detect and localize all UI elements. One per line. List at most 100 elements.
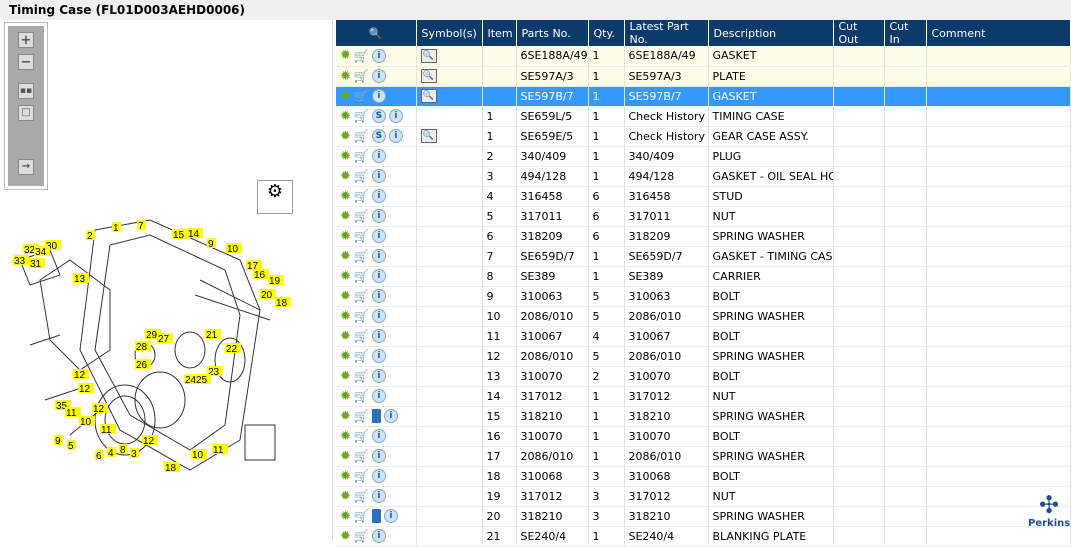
info-icon[interactable]: i — [388, 129, 403, 143]
part-number-cell[interactable]: SE597A/3 — [516, 66, 589, 87]
info-icon[interactable]: i — [371, 229, 386, 243]
callout-label[interactable]: 25 — [195, 374, 211, 386]
gear-icon[interactable]: ✹ — [340, 229, 351, 244]
gear-icon[interactable]: ✹ — [340, 189, 351, 204]
latest-part-cell[interactable]: 317012 — [624, 386, 709, 407]
cart-icon[interactable]: 🛒 — [354, 169, 369, 183]
gear-icon[interactable]: ✹ — [340, 269, 351, 284]
callout-label[interactable]: 19 — [268, 275, 284, 287]
gear-icon[interactable]: ✹ — [340, 69, 351, 84]
cart-icon[interactable]: 🛒 — [354, 189, 369, 203]
search-filter-icon[interactable]: 🔍 — [369, 27, 383, 40]
callout-label[interactable]: 11 — [100, 424, 116, 436]
table-row[interactable]: ✹ 🛒 i 14 317012 1 317012 NUT — [336, 386, 1071, 407]
cart-icon[interactable]: 🛒 — [354, 489, 369, 503]
info-icon[interactable]: i — [371, 489, 386, 503]
callout-label[interactable]: 5 — [67, 440, 76, 452]
callout-label[interactable]: 7 — [137, 220, 146, 232]
table-row[interactable]: ✹ 🛒 i 13 310070 2 310070 BOLT — [336, 366, 1071, 387]
cart-icon[interactable]: 🛒 — [354, 129, 369, 143]
callout-label[interactable]: 31 — [29, 258, 45, 270]
info-icon[interactable]: i — [371, 169, 386, 183]
latest-part-cell[interactable]: SE597B/7 — [624, 86, 709, 107]
latest-part-cell[interactable]: SE389 — [624, 266, 709, 287]
latest-part-cell[interactable]: SE597A/3 — [624, 66, 709, 87]
info-icon[interactable]: i — [371, 389, 386, 403]
book-icon[interactable] — [371, 409, 381, 423]
callout-label[interactable]: 14 — [187, 228, 203, 240]
callout-label[interactable]: 1 — [112, 222, 121, 234]
info-icon[interactable]: i — [371, 429, 386, 443]
cart-icon[interactable]: 🛒 — [354, 369, 369, 383]
latest-part-cell[interactable]: Check History — [624, 126, 709, 147]
callout-label[interactable]: 3 — [130, 448, 139, 460]
gear-icon[interactable]: ✹ — [340, 209, 351, 224]
callout-label[interactable]: 34 — [34, 246, 50, 258]
latest-part-cell[interactable]: SE659D/7 — [624, 246, 709, 267]
cart-icon[interactable]: 🛒 — [354, 249, 369, 263]
callout-label[interactable]: 33 — [13, 255, 29, 267]
callout-label[interactable]: 18 — [164, 462, 180, 474]
gear-icon[interactable]: ✹ — [340, 409, 351, 424]
part-number-cell[interactable]: 317011 — [516, 206, 589, 227]
column-header[interactable]: Cut Out — [833, 20, 885, 46]
cart-icon[interactable]: 🛒 — [354, 289, 369, 303]
callout-label[interactable]: 12 — [142, 435, 158, 447]
cart-icon[interactable]: 🛒 — [354, 469, 369, 483]
info-icon[interactable]: i — [383, 409, 398, 423]
latest-part-cell[interactable]: 316458 — [624, 186, 709, 207]
part-number-cell[interactable]: 318210 — [516, 406, 589, 427]
latest-part-cell[interactable]: 6SE188A/49 — [624, 46, 709, 67]
callout-label[interactable]: 10 — [79, 416, 95, 428]
table-row[interactable]: ✹ 🛒 i 21 SE240/4 1 SE240/4 BLANKING PLATE — [336, 526, 1071, 547]
gear-icon[interactable]: ✹ — [340, 129, 351, 144]
info-icon[interactable]: i — [371, 89, 386, 103]
cart-icon[interactable]: 🛒 — [354, 89, 369, 103]
part-number-cell[interactable]: 317012 — [516, 386, 589, 407]
latest-part-cell[interactable]: Check History — [624, 106, 709, 127]
table-row[interactable]: ✹ 🛒 Si 🔍 1 SE659E/5 1 Check History GEAR CASE AS… — [336, 126, 1071, 147]
latest-part-cell[interactable]: SE240/4 — [624, 526, 709, 547]
table-row[interactable]: ✹ 🛒 i 7 SE659D/7 1 SE659D/7 GASKET - TIMING CAS… — [336, 246, 1071, 267]
zoom-out-icon[interactable]: − — [18, 54, 34, 70]
table-row[interactable]: ✹ 🛒 i 🔍 SE597B/7 1 SE597B/7 GASKET — [336, 86, 1071, 107]
part-number-cell[interactable]: 318209 — [516, 226, 589, 247]
table-row[interactable]: ✹ 🛒 i 2 340/409 1 340/409 PLUG — [336, 146, 1071, 167]
table-row[interactable]: ✹ 🛒 i 🔍 6SE188A/49 1 6SE188A/49 GASKET — [336, 46, 1071, 67]
cart-icon[interactable]: 🛒 — [354, 389, 369, 403]
info-icon[interactable]: i — [371, 309, 386, 323]
part-number-cell[interactable]: SE659E/5 — [516, 126, 589, 147]
info-icon[interactable]: i — [371, 369, 386, 383]
filter-column-header[interactable]: 🔍 — [336, 20, 417, 46]
latest-part-cell[interactable]: 318209 — [624, 226, 709, 247]
latest-part-cell[interactable]: 2086/010 — [624, 446, 709, 467]
callout-label[interactable]: 20 — [260, 289, 276, 301]
info-icon[interactable]: i — [371, 289, 386, 303]
cart-icon[interactable]: 🛒 — [354, 449, 369, 463]
part-number-cell[interactable]: 310068 — [516, 466, 589, 487]
info-icon[interactable]: i — [371, 329, 386, 343]
table-row[interactable]: ✹ 🛒 i 15 318210 1 318210 SPRING WASHER — [336, 406, 1071, 427]
cart-icon[interactable]: 🛒 — [354, 49, 369, 63]
info-icon[interactable]: i — [371, 349, 386, 363]
callout-label[interactable]: 9 — [54, 435, 63, 447]
gear-icon[interactable]: ✹ — [340, 249, 351, 264]
column-header[interactable]: Cut In — [884, 20, 927, 46]
callout-label[interactable]: 22 — [225, 343, 241, 355]
part-number-cell[interactable]: 2086/010 — [516, 346, 589, 367]
table-row[interactable]: ✹ 🛒 Si 1 SE659L/5 1 Check History TIMING CASE — [336, 106, 1071, 127]
supersession-icon[interactable]: S — [371, 109, 386, 123]
manual-lookup-icon[interactable]: 🔍 — [420, 69, 437, 83]
info-icon[interactable]: i — [383, 509, 398, 523]
gear-icon[interactable]: ✹ — [340, 329, 351, 344]
table-row[interactable]: ✹ 🛒 i 12 2086/010 5 2086/010 SPRING WASHER — [336, 346, 1071, 367]
table-row[interactable]: ✹ 🛒 i 19 317012 3 317012 NUT — [336, 486, 1071, 507]
table-row[interactable]: ✹ 🛒 i 20 318210 3 318210 SPRING WASHER — [336, 506, 1071, 527]
table-row[interactable]: ✹ 🛒 i 9 310063 5 310063 BOLT — [336, 286, 1071, 307]
latest-part-cell[interactable]: 318210 — [624, 406, 709, 427]
cart-icon[interactable]: 🛒 — [354, 69, 369, 83]
cart-icon[interactable]: 🛒 — [354, 229, 369, 243]
part-number-cell[interactable]: SE389 — [516, 266, 589, 287]
gear-icon[interactable]: ✹ — [340, 309, 351, 324]
table-row[interactable]: ✹ 🛒 i 10 2086/010 5 2086/010 SPRING WASHER — [336, 306, 1071, 327]
